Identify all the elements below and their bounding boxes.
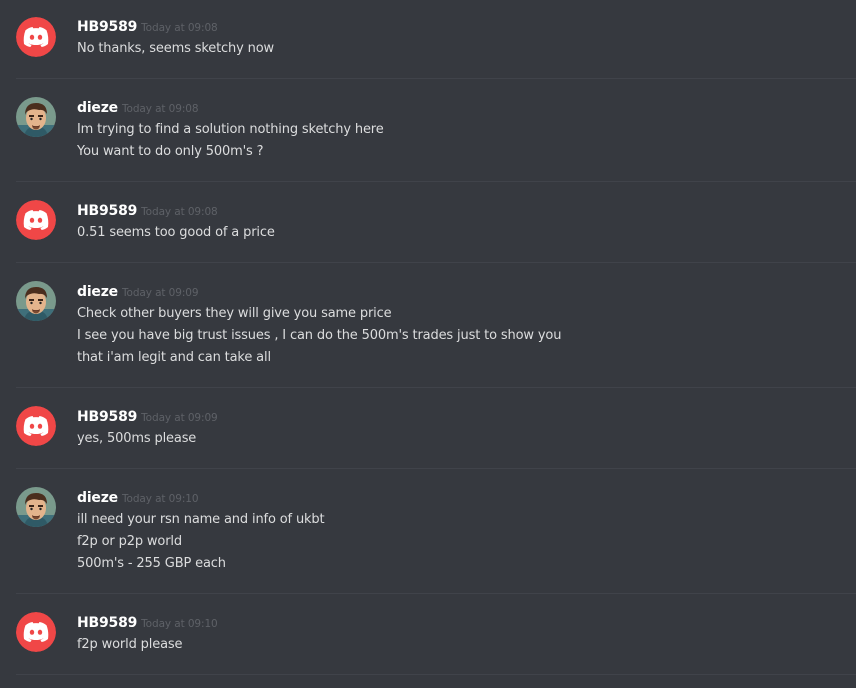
- timestamp: Today at 09:08: [141, 22, 218, 34]
- message-line: 0.51 seems too good of a price: [77, 225, 275, 240]
- message-divider: [16, 468, 856, 469]
- user-avatar-face: [16, 97, 56, 137]
- message-divider: [16, 387, 856, 388]
- avatar[interactable]: [16, 17, 56, 57]
- message-line: 500m's - 255 GBP each: [77, 556, 226, 571]
- user-avatar-face: [16, 487, 56, 527]
- message-line: f2p or p2p world: [77, 534, 182, 549]
- message-line: Im trying to find a solution nothing ske…: [77, 122, 384, 137]
- username[interactable]: dieze: [77, 100, 118, 116]
- message-content: f2p world please: [77, 634, 183, 656]
- discord-logo-icon: [16, 200, 56, 240]
- timestamp: Today at 09:09: [121, 287, 199, 299]
- message-line: yes, 500ms please: [77, 431, 197, 446]
- timestamp: Today at 09:08: [141, 206, 218, 218]
- message-divider: [16, 262, 856, 263]
- message-content: yes, 500ms please: [77, 428, 196, 450]
- message-line: Check other buyers they will give you sa…: [77, 306, 392, 321]
- username[interactable]: dieze: [77, 490, 118, 506]
- message-line: ill need your rsn name and info of ukbt: [77, 512, 325, 527]
- avatar[interactable]: [16, 281, 56, 321]
- message-line: No thanks, seems sketchy now: [77, 41, 275, 56]
- username[interactable]: HB9589: [77, 19, 137, 35]
- message-divider: [16, 674, 856, 675]
- message-divider: [16, 181, 856, 182]
- message-line: I see you have big trust issues , I can …: [77, 328, 562, 343]
- timestamp: Today at 09:10: [121, 493, 199, 505]
- message-header: HB9589 Today at 09:08: [77, 17, 218, 37]
- message-header: HB9589 Today at 09:09: [77, 407, 218, 427]
- message-header: dieze Today at 09:09: [77, 282, 199, 302]
- avatar[interactable]: [16, 487, 56, 527]
- message-content: 0.51 seems too good of a price: [77, 222, 275, 244]
- chat-message-list: HB9589 Today at 09:08 No thanks, seems sk…: [0, 0, 856, 688]
- avatar[interactable]: [16, 200, 56, 240]
- message-line: f2p world please: [77, 637, 183, 652]
- message-line: that i'am legit and can take all: [77, 350, 271, 365]
- avatar[interactable]: [16, 406, 56, 446]
- avatar[interactable]: [16, 97, 56, 137]
- discord-logo-icon: [16, 17, 56, 57]
- discord-logo-icon: [16, 612, 56, 652]
- message-header: HB9589 Today at 09:10: [77, 613, 218, 633]
- message-header: dieze Today at 09:10: [77, 488, 199, 508]
- message-header: HB9589 Today at 09:08: [77, 201, 218, 221]
- username[interactable]: HB9589: [77, 203, 137, 219]
- message-content: ill need your rsn name and info of ukbt …: [77, 509, 325, 575]
- username[interactable]: dieze: [77, 284, 118, 300]
- message-divider: [16, 78, 856, 79]
- username[interactable]: HB9589: [77, 615, 137, 631]
- avatar[interactable]: [16, 612, 56, 652]
- message-content: No thanks, seems sketchy now: [77, 38, 274, 60]
- message-header: dieze Today at 09:08: [77, 98, 199, 118]
- timestamp: Today at 09:10: [141, 618, 218, 630]
- message-divider: [16, 593, 856, 594]
- timestamp: Today at 09:08: [121, 103, 199, 115]
- message-line: You want to do only 500m's ?: [77, 144, 264, 159]
- discord-logo-icon: [16, 406, 56, 446]
- username[interactable]: HB9589: [77, 409, 137, 425]
- user-avatar-face: [16, 281, 56, 321]
- timestamp: Today at 09:09: [141, 412, 218, 424]
- message-content: Check other buyers they will give you sa…: [77, 303, 561, 369]
- message-content: Im trying to find a solution nothing ske…: [77, 119, 384, 163]
